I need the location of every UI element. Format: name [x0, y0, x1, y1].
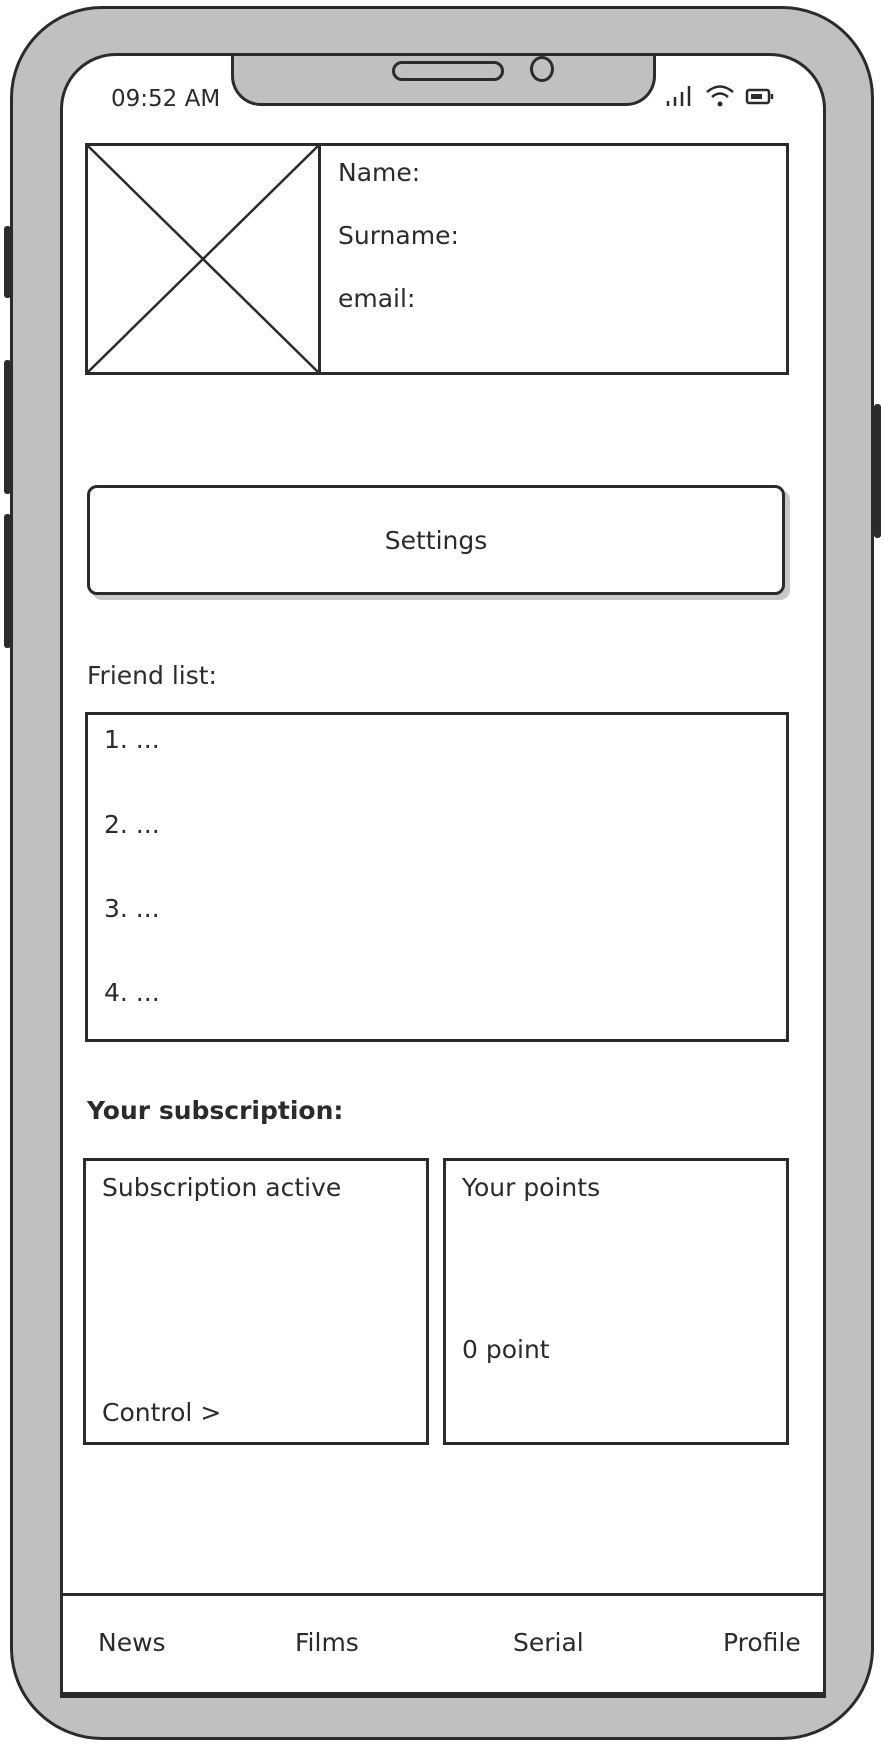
notch	[231, 56, 656, 106]
bottom-tab-bar: News Films Serial Profile	[63, 1593, 823, 1695]
points-title: Your points	[462, 1173, 601, 1202]
front-camera	[530, 56, 554, 82]
friend-list-heading: Friend list:	[87, 661, 217, 690]
side-button-left-2	[4, 360, 11, 494]
profile-image-placeholder[interactable]	[85, 143, 321, 375]
friend-list-item[interactable]: 2. ...	[104, 810, 160, 839]
subscription-status-title: Subscription active	[102, 1173, 342, 1202]
side-button-left-3	[4, 514, 11, 648]
battery-icon	[745, 84, 775, 112]
email-label: email:	[338, 284, 416, 313]
friend-list-item[interactable]: 1. ...	[104, 725, 160, 754]
side-button-left-1	[4, 226, 11, 298]
tab-profile[interactable]: Profile	[723, 1628, 801, 1657]
subscription-control-link[interactable]: Control >	[102, 1398, 221, 1427]
side-button-right	[874, 404, 881, 538]
tab-films[interactable]: Films	[295, 1628, 359, 1657]
settings-button-label: Settings	[384, 525, 488, 555]
subscription-heading: Your subscription:	[87, 1096, 344, 1125]
status-icons	[665, 84, 775, 112]
name-label: Name:	[338, 158, 421, 187]
tab-news[interactable]: News	[98, 1628, 166, 1657]
friend-list-item[interactable]: 4. ...	[104, 978, 160, 1007]
friend-list-item[interactable]: 3. ...	[104, 894, 160, 923]
signal-icon	[665, 84, 695, 112]
settings-button[interactable]: Settings	[87, 485, 785, 595]
friend-list: 1. ... 2. ... 3. ... 4. ...	[85, 712, 789, 1042]
image-placeholder-icon	[88, 146, 318, 372]
speaker	[392, 61, 504, 81]
phone-screen: 09:52 AM Name: Surname: email: Settings …	[60, 53, 826, 1698]
surname-label: Surname:	[338, 221, 459, 250]
points-card: Your points 0 point	[443, 1158, 789, 1445]
points-value: 0 point	[462, 1335, 550, 1364]
status-time: 09:52 AM	[111, 86, 221, 112]
tab-serial[interactable]: Serial	[513, 1628, 584, 1657]
subscription-status-card: Subscription active Control >	[83, 1158, 429, 1445]
wifi-icon	[705, 84, 735, 112]
